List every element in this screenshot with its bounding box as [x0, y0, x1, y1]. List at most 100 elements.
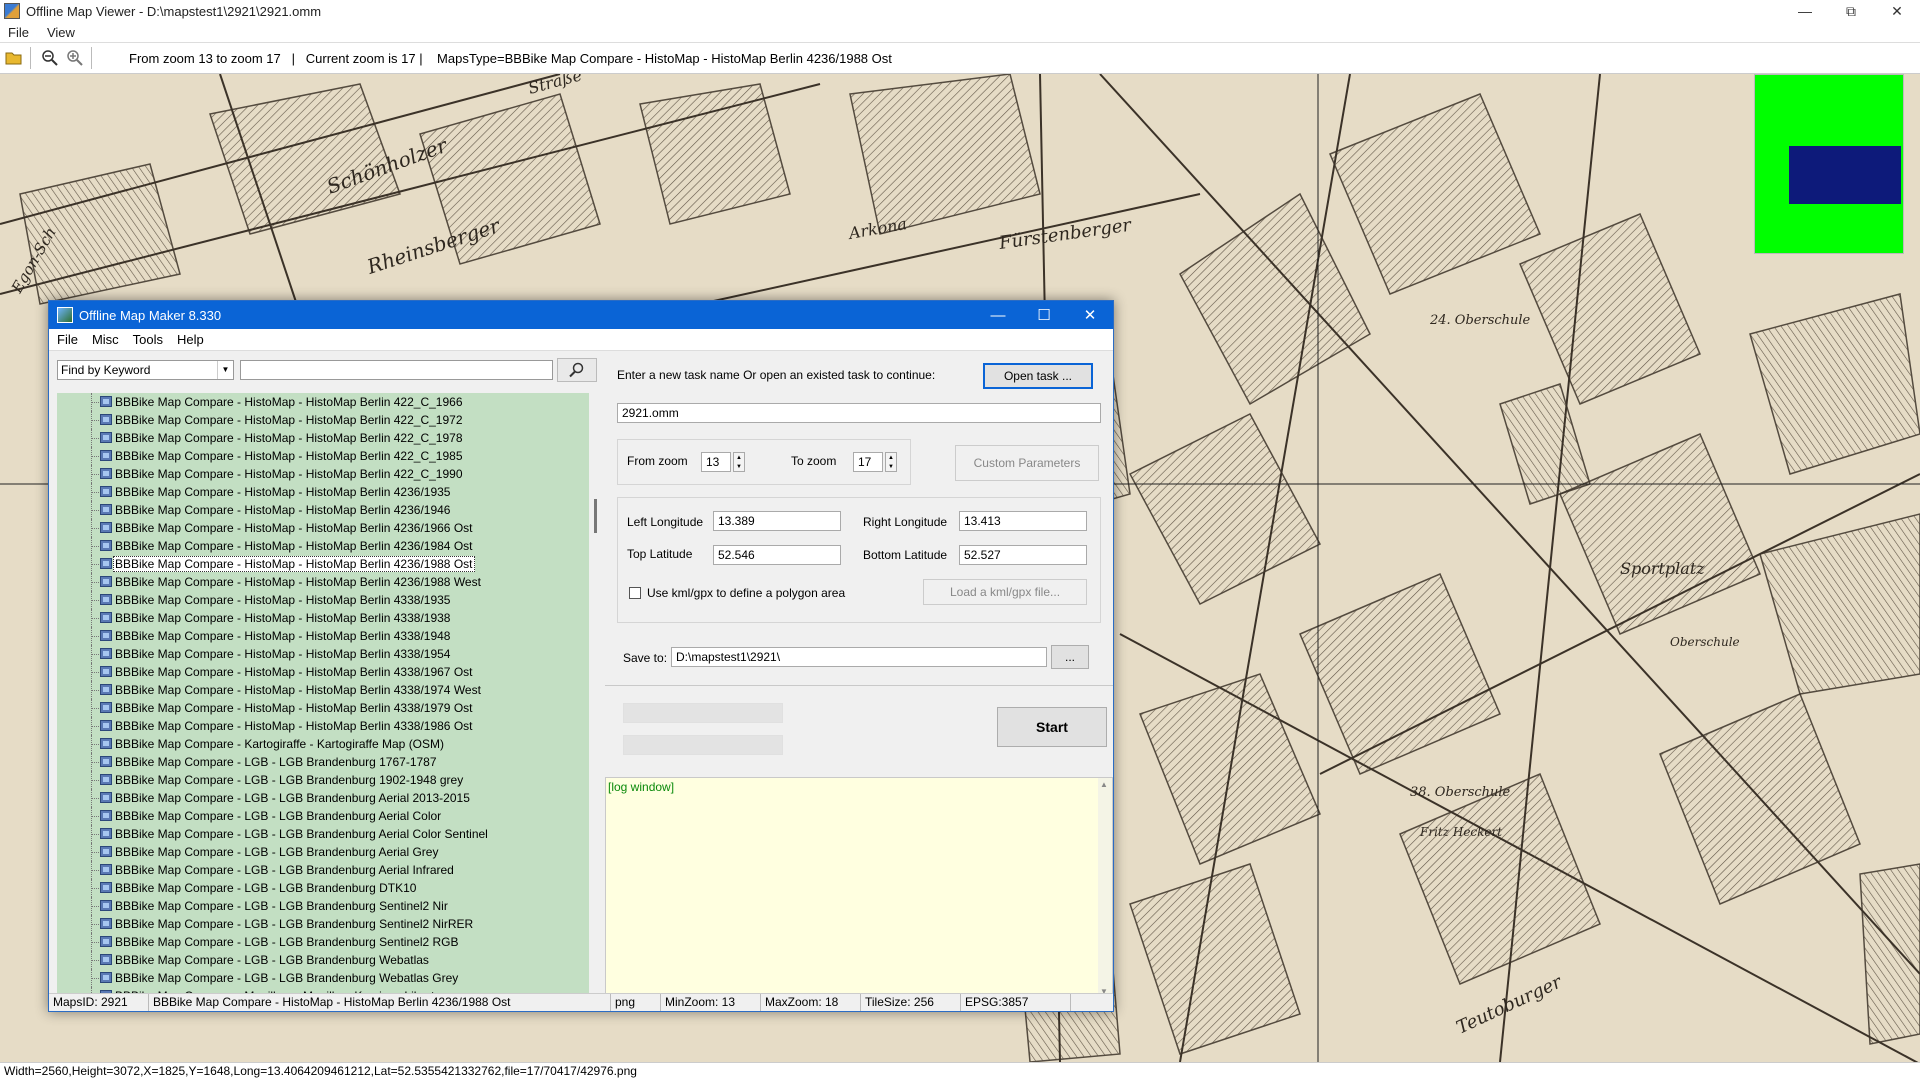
map-source-item[interactable]: BBBike Map Compare - LGB - LGB Brandenbu… [57, 879, 589, 897]
map-source-item[interactable]: BBBike Map Compare - HistoMap - HistoMap… [57, 663, 589, 681]
load-kml-button[interactable]: Load a kml/gpx file... [923, 579, 1087, 605]
map-source-item[interactable]: BBBike Map Compare - HistoMap - HistoMap… [57, 501, 589, 519]
map-source-label: BBBike Map Compare - LGB - LGB Brandenbu… [115, 881, 417, 895]
save-to-input[interactable]: D:\mapstest1\2921\ [671, 647, 1047, 667]
map-layer-icon [100, 702, 112, 713]
map-layer-icon [100, 468, 112, 479]
from-zoom-input[interactable]: 13 [701, 452, 731, 472]
menu-misc[interactable]: Misc [92, 332, 119, 347]
map-source-item[interactable]: BBBike Map Compare - HistoMap - HistoMap… [57, 537, 589, 555]
map-source-item[interactable]: BBBike Map Compare - HistoMap - HistoMap… [57, 483, 589, 501]
map-source-item[interactable]: BBBike Map Compare - LGB - LGB Brandenbu… [57, 861, 589, 879]
map-source-item[interactable]: BBBike Map Compare - LGB - LGB Brandenbu… [57, 951, 589, 969]
map-source-item[interactable]: BBBike Map Compare - HistoMap - HistoMap… [57, 591, 589, 609]
map-layer-icon [100, 792, 112, 803]
minimap-viewport[interactable] [1789, 146, 1901, 204]
map-source-item[interactable]: BBBike Map Compare - LGB - LGB Brandenbu… [57, 843, 589, 861]
map-source-item[interactable]: BBBike Map Compare - HistoMap - HistoMap… [57, 645, 589, 663]
map-layer-icon [100, 972, 112, 983]
right-longitude-input[interactable]: 13.413 [959, 511, 1087, 531]
map-source-item[interactable]: BBBike Map Compare - LGB - LGB Brandenbu… [57, 969, 589, 987]
map-layer-icon [100, 738, 112, 749]
map-layer-icon [100, 936, 112, 947]
map-source-item[interactable]: BBBike Map Compare - LGB - LGB Brandenbu… [57, 789, 589, 807]
log-scrollbar[interactable]: ▲ ▼ [1098, 778, 1112, 998]
search-input[interactable] [240, 360, 553, 380]
map-layer-icon [100, 594, 112, 605]
map-source-item[interactable]: BBBike Map Compare - LGB - LGB Brandenbu… [57, 897, 589, 915]
task-name-input[interactable]: 2921.omm [617, 403, 1101, 423]
map-label: Sportplatz [1620, 559, 1705, 578]
menu-tools[interactable]: Tools [133, 332, 163, 347]
menu-help[interactable]: Help [177, 332, 204, 347]
zoom-in-icon[interactable] [64, 47, 86, 69]
menu-file[interactable]: File [57, 332, 78, 347]
open-task-button[interactable]: Open task ... [983, 363, 1093, 389]
minimize-icon[interactable]: — [1782, 0, 1828, 22]
menu-view[interactable]: View [47, 25, 75, 40]
map-source-item[interactable]: BBBike Map Compare - Kartogiraffe - Kart… [57, 735, 589, 753]
progress-bar-total [623, 703, 783, 723]
map-source-label: BBBike Map Compare - HistoMap - HistoMap… [115, 449, 463, 463]
left-longitude-input[interactable]: 13.389 [713, 511, 841, 531]
map-source-item[interactable]: BBBike Map Compare - HistoMap - HistoMap… [57, 411, 589, 429]
status-tile-size: TileSize: 256 [861, 994, 961, 1011]
browse-button[interactable]: ... [1051, 645, 1089, 669]
map-source-tree[interactable]: BBBike Map Compare - HistoMap - HistoMap… [57, 393, 589, 997]
custom-parameters-button[interactable]: Custom Parameters [955, 445, 1099, 481]
kml-checkbox[interactable] [629, 587, 641, 599]
map-source-item[interactable]: BBBike Map Compare - HistoMap - HistoMap… [57, 681, 589, 699]
map-source-item[interactable]: BBBike Map Compare - LGB - LGB Brandenbu… [57, 753, 589, 771]
minimize-icon[interactable]: — [975, 301, 1021, 329]
close-icon[interactable]: ✕ [1067, 301, 1113, 329]
map-source-label: BBBike Map Compare - HistoMap - HistoMap… [115, 467, 463, 481]
map-source-item[interactable]: BBBike Map Compare - HistoMap - HistoMap… [57, 699, 589, 717]
map-source-item[interactable]: BBBike Map Compare - HistoMap - HistoMap… [57, 627, 589, 645]
map-source-label: BBBike Map Compare - LGB - LGB Brandenbu… [115, 971, 459, 985]
zoom-out-icon[interactable] [39, 47, 61, 69]
map-source-item[interactable]: BBBike Map Compare - LGB - LGB Brandenbu… [57, 825, 589, 843]
tree-scroll-thumb[interactable] [594, 499, 597, 533]
to-zoom-input[interactable]: 17 [853, 452, 883, 472]
to-zoom-stepper[interactable]: ▲ ▼ [885, 452, 897, 472]
maximize-icon[interactable]: ☐ [1021, 301, 1067, 329]
scroll-up-icon[interactable]: ▲ [1100, 780, 1108, 789]
search-button[interactable] [557, 358, 597, 382]
map-label: Fritz Heckert [1419, 825, 1502, 839]
open-folder-icon[interactable] [3, 47, 25, 69]
map-source-item[interactable]: BBBike Map Compare - HistoMap - HistoMap… [57, 717, 589, 735]
map-label: 38. Oberschule [1410, 785, 1511, 800]
restore-icon[interactable]: ⧉ [1828, 0, 1874, 22]
status-maps-id: MapsID: 2921 [49, 994, 149, 1011]
map-source-item[interactable]: BBBike Map Compare - HistoMap - HistoMap… [57, 573, 589, 591]
map-layer-icon [100, 630, 112, 641]
map-source-item[interactable]: BBBike Map Compare - LGB - LGB Brandenbu… [57, 771, 589, 789]
map-layer-icon [100, 756, 112, 767]
status-map-name: BBBike Map Compare - HistoMap - HistoMap… [149, 994, 611, 1011]
map-source-item[interactable]: BBBike Map Compare - HistoMap - HistoMap… [57, 393, 589, 411]
log-window[interactable]: [log window] ▲ ▼ [605, 777, 1113, 999]
map-source-label: BBBike Map Compare - Kartogiraffe - Kart… [115, 737, 445, 751]
menu-file[interactable]: File [8, 25, 29, 40]
map-source-item[interactable]: BBBike Map Compare - HistoMap - HistoMap… [57, 465, 589, 483]
find-mode-select[interactable]: Find by Keyword ▼ [57, 360, 234, 380]
start-button[interactable]: Start [997, 707, 1107, 747]
map-source-item[interactable]: BBBike Map Compare - HistoMap - HistoMap… [57, 519, 589, 537]
dialog-titlebar[interactable]: Offline Map Maker 8.330 — ☐ ✕ [49, 301, 1113, 329]
map-source-item[interactable]: BBBike Map Compare - HistoMap - HistoMap… [57, 429, 589, 447]
map-source-label: BBBike Map Compare - HistoMap - HistoMap… [115, 503, 451, 517]
map-source-item[interactable]: BBBike Map Compare - HistoMap - HistoMap… [57, 609, 589, 627]
map-source-item[interactable]: BBBike Map Compare - LGB - LGB Brandenbu… [57, 915, 589, 933]
from-zoom-stepper[interactable]: ▲ ▼ [733, 452, 745, 472]
bottom-latitude-input[interactable]: 52.527 [959, 545, 1087, 565]
map-layer-icon [100, 504, 112, 515]
tree-scrollbar[interactable] [589, 393, 601, 997]
map-source-item[interactable]: BBBike Map Compare - HistoMap - HistoMap… [57, 447, 589, 465]
map-source-item[interactable]: BBBike Map Compare - LGB - LGB Brandenbu… [57, 807, 589, 825]
overview-minimap[interactable] [1754, 74, 1904, 254]
map-layer-icon [100, 828, 112, 839]
top-latitude-input[interactable]: 52.546 [713, 545, 841, 565]
close-icon[interactable]: ✕ [1874, 0, 1920, 22]
map-source-item[interactable]: BBBike Map Compare - HistoMap - HistoMap… [57, 555, 589, 573]
map-source-item[interactable]: BBBike Map Compare - LGB - LGB Brandenbu… [57, 933, 589, 951]
